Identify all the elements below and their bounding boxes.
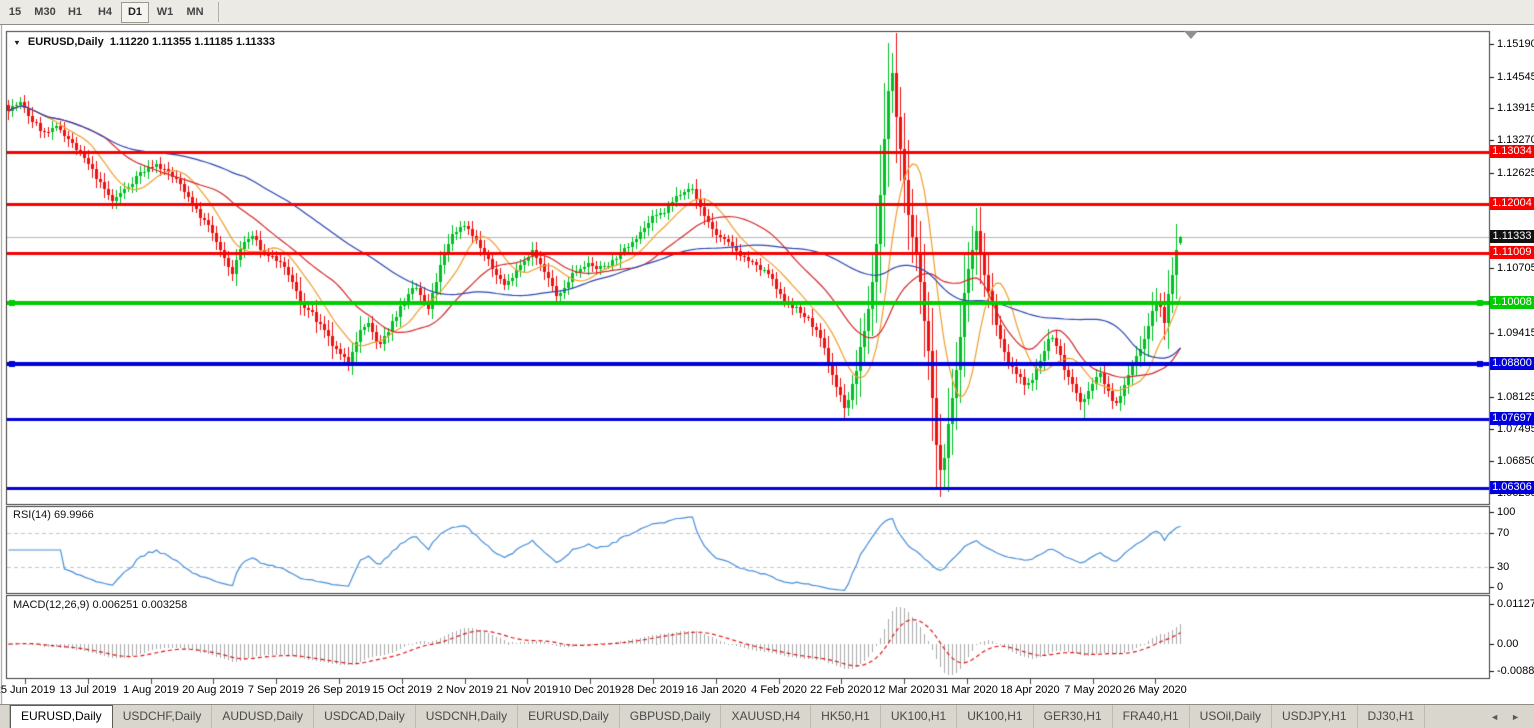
timeframe-button-h4[interactable]: H4 [91, 2, 119, 23]
symbol-tab[interactable]: HK50,H1 [811, 705, 881, 728]
timeframe-toolbar: 15 M30 H1 H4 D1 W1 MN [0, 0, 1534, 25]
rsi-axis-label: 70 [1497, 527, 1510, 539]
symbol-tab[interactable]: GER30,H1 [1034, 705, 1113, 728]
price-line-tag: 1.08800 [1490, 357, 1534, 370]
symbol-tab[interactable]: UK100,H1 [881, 705, 958, 728]
date-label: 26 May 2020 [1123, 684, 1187, 696]
macd-label: MACD(12,26,9) 0.006251 0.003258 [13, 599, 188, 611]
price-axis-label: 1.09415 [1497, 327, 1534, 339]
symbol-tab[interactable]: EURUSD,Daily [10, 705, 113, 728]
symbol-tab[interactable]: UK100,H1 [957, 705, 1034, 728]
timeframe-button-m30[interactable]: M30 [31, 2, 59, 23]
price-line-tag: 1.12004 [1490, 197, 1534, 210]
timeframe-button-d1[interactable]: D1 [121, 1, 149, 23]
symbol-tab[interactable]: USDCAD,Daily [314, 705, 416, 728]
symbol-tab[interactable]: AUDUSD,Daily [212, 705, 315, 728]
tabbar-left-spacer [0, 705, 10, 728]
price-axis-label: 1.12625 [1497, 167, 1534, 179]
price-axis-label: 1.10705 [1497, 262, 1534, 274]
timeframe-button-15[interactable]: 15 [1, 2, 29, 23]
symbol-tab[interactable]: XAUUSD,H4 [721, 705, 812, 728]
price-line-tag: 1.06306 [1490, 481, 1534, 494]
chart-shift-marker [1184, 31, 1198, 39]
symbol-tabbar: EURUSD,Daily USDCHF,Daily AUDUSD,Daily USDC… [0, 704, 1534, 728]
chart-canvas[interactable] [0, 0, 1534, 727]
price-axis-label: 1.14545 [1497, 71, 1534, 83]
symbol-tab[interactable]: FRA40,H1 [1113, 705, 1190, 728]
price-axis-label: 1.06850 [1497, 455, 1534, 467]
price-axis-label: 1.13915 [1497, 102, 1534, 114]
symbol-tab[interactable]: USOil,Daily [1190, 705, 1273, 728]
macd-axis-label: 0.011277 [1497, 598, 1534, 610]
rsi-axis-label: 30 [1497, 561, 1510, 573]
symbol-tab[interactable]: GBPUSD,Daily [620, 705, 722, 728]
macd-axis-label: 0.00 [1497, 638, 1519, 650]
price-line-tag: 1.13034 [1490, 145, 1534, 158]
chart-title-symbol: EURUSD,Daily [27, 36, 104, 48]
rsi-label: RSI(14) 69.9966 [13, 509, 94, 521]
symbol-tab[interactable]: USDCHF,Daily [113, 705, 213, 728]
timeframe-button-w1[interactable]: W1 [151, 2, 179, 23]
timeframe-button-h1[interactable]: H1 [61, 2, 89, 23]
macd-axis-label: -0.008845 [1497, 665, 1534, 677]
price-line-tag: 1.07697 [1490, 412, 1534, 425]
toolbar-separator [218, 2, 219, 22]
symbol-tab[interactable]: USDJPY,H1 [1272, 705, 1358, 728]
timeframe-button-mn[interactable]: MN [181, 2, 209, 23]
chart-title: ▼ EURUSD,Daily 1.11220 1.11355 1.11185 1.… [13, 36, 275, 48]
price-line-tag: 1.10008 [1490, 296, 1534, 309]
price-line-tag: 1.11009 [1490, 246, 1534, 259]
symbol-dropdown-icon[interactable]: ▼ [13, 38, 21, 46]
symbol-tab[interactable]: USDCNH,Daily [416, 705, 519, 728]
rsi-axis-label: 0 [1497, 581, 1504, 593]
tab-scroll-left-button[interactable]: ◄ [1484, 712, 1505, 722]
price-axis-label: 1.08125 [1497, 391, 1534, 403]
current-price-tag: 1.11333 [1490, 230, 1534, 243]
symbol-tab[interactable]: DJ30,H1 [1358, 705, 1426, 728]
chart-title-ohlc: 1.11220 1.11355 1.11185 1.11333 [109, 36, 276, 48]
symbol-tab[interactable]: EURUSD,Daily [518, 705, 620, 728]
price-axis-label: 1.15190 [1497, 38, 1534, 50]
tab-scroll-right-button[interactable]: ► [1505, 712, 1526, 722]
rsi-axis-label: 100 [1497, 506, 1516, 518]
tab-scroll-arrows: ◄ ► [1484, 705, 1534, 728]
